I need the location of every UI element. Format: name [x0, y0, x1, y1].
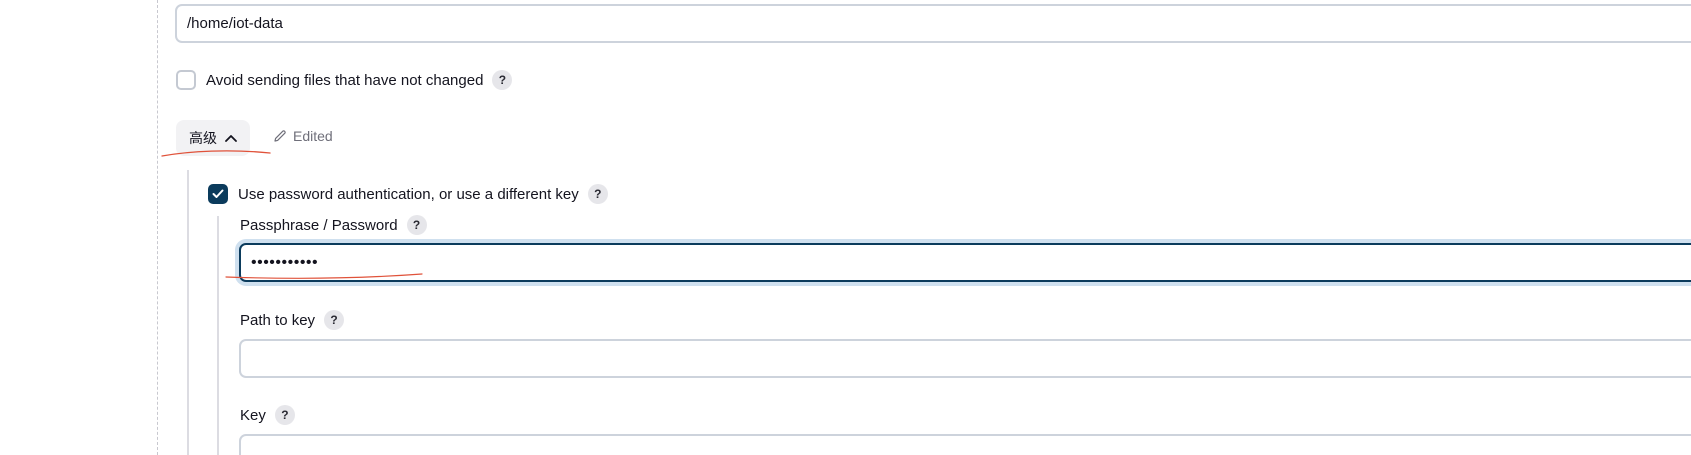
password-section-guide [217, 216, 219, 455]
avoid-unchanged-option: Avoid sending files that have not change… [176, 70, 513, 90]
help-icon[interactable]: ? [274, 405, 295, 425]
remote-directory-field[interactable]: /home/iot-data [175, 4, 1691, 43]
key-input[interactable] [239, 434, 1691, 455]
path-to-key-label-row: Path to key ? [240, 310, 345, 330]
annotation-underline [161, 150, 271, 157]
path-to-key-input[interactable] [239, 339, 1691, 378]
checkmark-icon [212, 189, 224, 198]
configuration-page: /home/iot-data Avoid sending files that … [0, 0, 1691, 455]
edited-label: Edited [293, 128, 333, 144]
avoid-unchanged-label: Avoid sending files that have not change… [206, 71, 484, 89]
use-password-checkbox[interactable] [208, 184, 228, 204]
remote-directory-value: /home/iot-data [187, 15, 283, 32]
edited-indicator: Edited [273, 128, 333, 144]
passphrase-label: Passphrase / Password [240, 216, 398, 234]
advanced-toggle-label: 高级 [189, 130, 217, 146]
section-dashed-guide [157, 0, 158, 455]
help-icon[interactable]: ? [492, 70, 513, 90]
passphrase-label-row: Passphrase / Password ? [240, 215, 427, 235]
key-label-row: Key ? [240, 405, 295, 425]
key-label: Key [240, 406, 266, 424]
passphrase-input[interactable]: ••••••••••• [239, 243, 1691, 282]
help-icon[interactable]: ? [406, 215, 427, 235]
path-to-key-label: Path to key [240, 311, 316, 329]
use-password-option: Use password authentication, or use a di… [208, 184, 608, 204]
help-icon[interactable]: ? [587, 184, 608, 204]
use-password-label: Use password authentication, or use a di… [238, 185, 579, 203]
chevron-up-icon [225, 134, 237, 142]
passphrase-value: ••••••••••• [251, 253, 319, 271]
pencil-icon [274, 130, 286, 142]
annotation-underline [225, 273, 423, 279]
advanced-section-guide [187, 170, 189, 455]
avoid-unchanged-checkbox[interactable] [176, 70, 196, 90]
help-icon[interactable]: ? [324, 310, 345, 330]
